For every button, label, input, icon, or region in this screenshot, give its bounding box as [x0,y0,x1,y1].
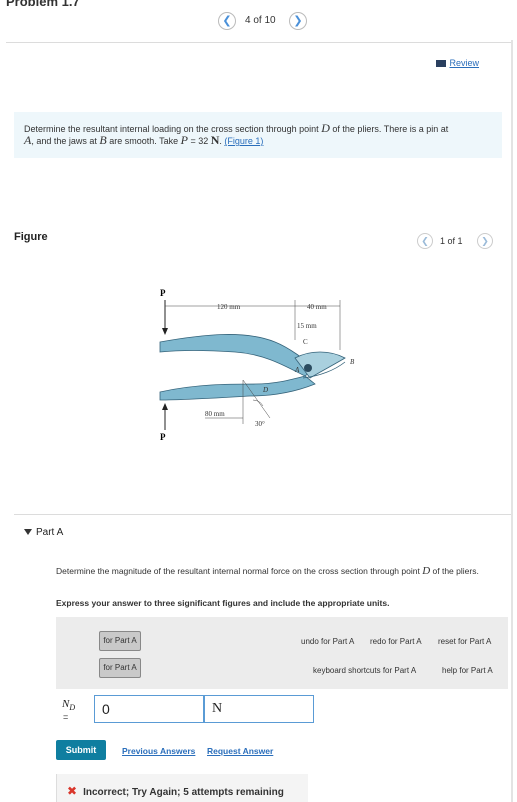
scrollbar[interactable] [511,40,513,802]
prompt-text: , and the jaws at [31,136,100,146]
review-link[interactable]: Review [436,58,479,68]
arrowhead [162,403,168,410]
units-input[interactable]: N [204,695,314,723]
pin-A [304,364,312,372]
answer-instruction: Express your answer to three significant… [56,598,390,608]
error-icon: ✖ [67,784,78,798]
point-label: A [294,366,300,374]
keyboard-shortcuts-button[interactable]: keyboard shortcuts for Part A [313,666,416,675]
chevron-left-icon[interactable]: ❮ [417,233,433,249]
point-symbol: B [99,133,107,147]
part-a-question: Determine the magnitude of the resultant… [56,566,516,577]
request-answer-link[interactable]: Request Answer [207,746,273,756]
feedback-message: ✖ Incorrect; Try Again; 5 attempts remain… [56,774,308,802]
chevron-left-icon[interactable]: ❮ [218,12,236,30]
force-label: P [160,288,166,298]
value-input[interactable]: 0 [94,695,204,723]
point-label: C [303,338,308,346]
dimension-label: 15 mm [297,322,317,330]
figure-pager: ❮ 1 of 1 ❯ [417,233,497,249]
upper-handle [159,334,316,377]
angle-label: 30° [255,420,265,428]
answer-toolbar: for Part A for Part A undo for Part A re… [56,617,508,689]
prompt-text: are smooth. Take [106,136,181,146]
prompt-text: Determine the resultant internal loading… [24,124,322,134]
problem-navigation: ❮ 4 of 10 ❯ [0,12,517,32]
equals-sign: = [63,712,69,722]
lower-handle [159,375,316,401]
figure-heading: Figure [14,231,48,243]
part-label: Part A [36,527,64,538]
divider [14,514,512,515]
figure-count: 1 of 1 [440,236,463,246]
symbols-button[interactable]: for Part A [99,658,141,678]
variable-label: ND [62,698,75,712]
previous-answers-link[interactable]: Previous Answers [122,746,195,756]
part-a-header[interactable]: Part A [24,527,64,538]
force-symbol: P [180,133,188,147]
review-label: Review [449,58,479,68]
problem-title: Problem 1.7 [6,0,80,9]
pliers-figure: P P 120 mm 40 mm 15 mm C A B D 80 mm 30° [159,288,355,442]
help-button[interactable]: help for Part A [442,666,493,675]
dimension-label: 80 mm [205,410,225,418]
collapse-triangle-icon[interactable] [24,529,32,535]
point-symbol: D [321,121,330,135]
feedback-text: Incorrect; Try Again; 5 attempts remaini… [83,787,284,798]
point-label: B [350,358,355,366]
dimension-label: 40 mm [307,303,327,311]
point-label: D [262,386,268,394]
divider [6,42,512,43]
point-symbol: D [422,565,431,577]
figure-link[interactable]: (Figure 1) [224,136,263,146]
chevron-right-icon[interactable]: ❯ [289,12,307,30]
problem-statement: Determine the resultant internal loading… [14,112,502,158]
question-text: Determine the magnitude of the resultant… [56,566,423,576]
problem-position: 4 of 10 [245,15,276,26]
book-icon [436,60,447,68]
arrowhead [162,328,168,335]
prompt-text: of the pliers. There is a pin at [329,124,449,134]
question-text: of the pliers. [430,566,479,576]
variable-subscript: D [69,703,76,713]
angle-arc [252,399,264,407]
reset-button[interactable]: reset for Part A [438,637,491,646]
force-label: P [160,432,166,442]
chevron-right-icon[interactable]: ❯ [477,233,493,249]
prompt-text: = 32 [187,136,211,146]
redo-button[interactable]: redo for Part A [370,637,422,646]
dimension-label: 120 mm [217,303,241,311]
undo-button[interactable]: undo for Part A [301,637,354,646]
submit-button[interactable]: Submit [56,740,106,760]
templates-button[interactable]: for Part A [99,631,141,651]
